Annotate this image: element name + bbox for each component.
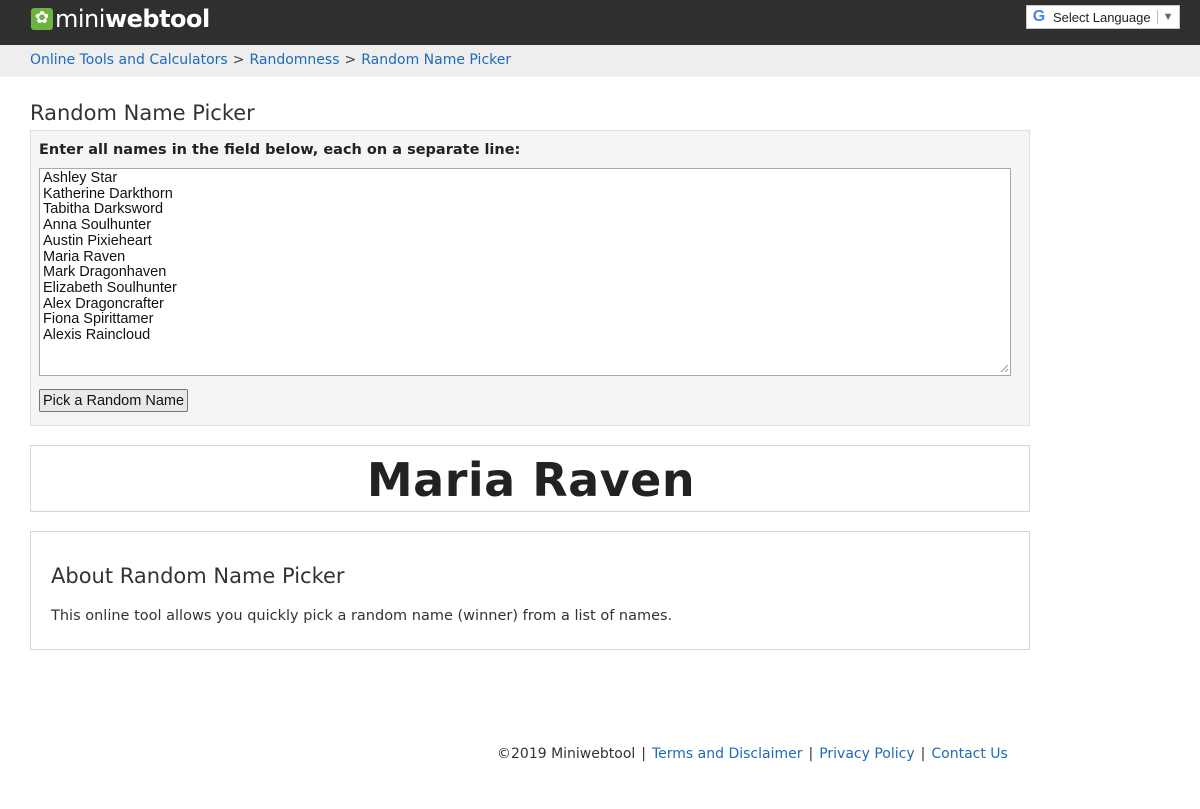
names-field-label: Enter all names in the field below, each… (39, 142, 521, 158)
footer-separator: | (920, 746, 926, 762)
breadcrumb-separator: > (232, 52, 245, 68)
logo-text-mini: mini (55, 4, 105, 33)
footer-separator: | (641, 746, 646, 762)
dropdown-arrow-icon: ▼ (1162, 11, 1174, 23)
breadcrumb: Online Tools and Calculators > Randomness >… (30, 52, 511, 68)
about-section: About Random Name Picker This online too… (30, 531, 1030, 650)
terms-link[interactable]: Terms and Disclaimer (652, 746, 803, 762)
site-logo[interactable]: ✿ mini webtool (31, 4, 210, 33)
name-entry-form: Enter all names in the field below, each… (30, 130, 1030, 426)
footer-separator: | (808, 746, 814, 762)
breadcrumb-online-tools[interactable]: Online Tools and Calculators (30, 52, 228, 68)
language-selector[interactable]: G Select Language ▼ (1026, 5, 1180, 29)
contact-link[interactable]: Contact Us (931, 746, 1007, 762)
footer: ©2019 Miniwebtool | Terms and Disclaimer | P… (497, 746, 1008, 762)
breadcrumb-randomness[interactable]: Randomness (249, 52, 339, 68)
top-bar: ✿ mini webtool G Select Language ▼ (0, 0, 1200, 45)
language-label: Select Language (1053, 9, 1151, 25)
google-icon: G (1032, 8, 1046, 25)
breadcrumb-bar: Online Tools and Calculators > Randomness >… (0, 45, 1200, 77)
language-divider (1156, 10, 1158, 24)
gear-icon: ✿ (31, 7, 53, 30)
privacy-link[interactable]: Privacy Policy (819, 746, 914, 762)
page-title: Random Name Picker (30, 101, 255, 125)
logo-text-webtool: webtool (104, 4, 210, 33)
pick-random-name-button[interactable]: Pick a Random Name (39, 389, 189, 412)
breadcrumb-random-name-picker[interactable]: Random Name Picker (361, 52, 511, 68)
about-title: About Random Name Picker (51, 564, 345, 588)
copyright-text: ©2019 Miniwebtool (497, 746, 636, 762)
names-textarea[interactable] (39, 168, 1011, 376)
about-description: This online tool allows you quickly pick… (51, 608, 673, 624)
breadcrumb-separator: > (344, 52, 357, 68)
result-panel: Maria Raven (30, 445, 1030, 512)
picked-name: Maria Raven (366, 453, 696, 507)
resize-grip-icon[interactable] (999, 363, 1009, 373)
